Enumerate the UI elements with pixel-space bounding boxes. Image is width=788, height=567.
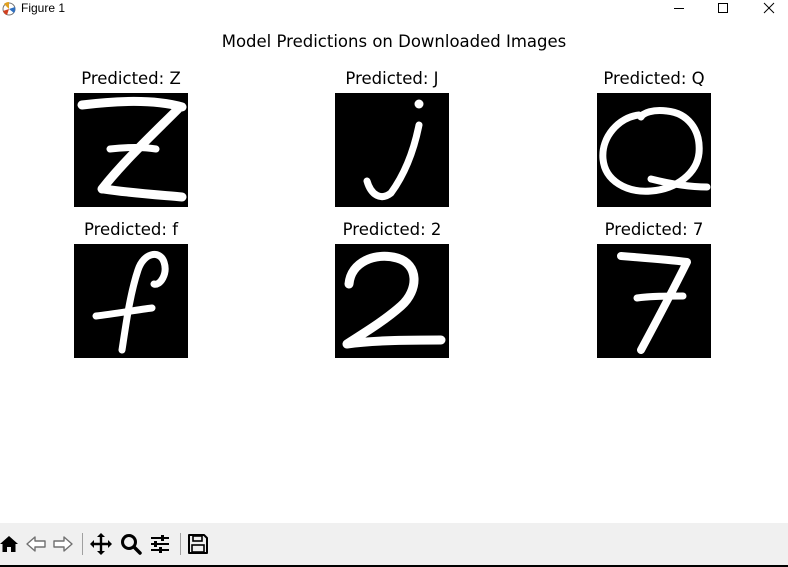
image-panel-q [597, 93, 711, 207]
back-button[interactable] [23, 531, 49, 557]
save-icon [188, 534, 208, 554]
minimize-icon [674, 8, 684, 9]
subplot-title-3: Predicted: Q [603, 69, 705, 88]
zoom-icon [121, 534, 142, 555]
close-button[interactable] [746, 0, 788, 16]
minimize-button[interactable] [656, 0, 702, 16]
subplot-title-2: Predicted: J [345, 69, 439, 88]
maximize-icon [718, 3, 728, 13]
image-panel-f [74, 244, 188, 358]
window-titlebar[interactable]: Figure 1 [0, 0, 788, 16]
figure-canvas[interactable]: Model Predictions on Downloaded Images P… [0, 16, 788, 523]
image-panel-z [74, 93, 188, 207]
subplot-title-4: Predicted: f [83, 220, 179, 239]
configure-subplots-button[interactable] [147, 531, 173, 557]
home-button[interactable] [0, 531, 22, 557]
home-icon [0, 536, 18, 552]
image-panel-2 [335, 244, 449, 358]
toolbar-separator [180, 533, 181, 555]
maximize-button[interactable] [700, 0, 746, 16]
image-panel-7 [597, 244, 711, 358]
window-title: Figure 1 [21, 1, 66, 15]
forward-button[interactable] [50, 531, 76, 557]
forward-icon [53, 536, 73, 552]
pan-button[interactable] [88, 531, 114, 557]
figure-suptitle: Model Predictions on Downloaded Images [221, 32, 567, 51]
subplot-title-1: Predicted: Z [81, 69, 181, 88]
subplot-title-5: Predicted: 2 [342, 220, 442, 239]
image-panel-j [335, 93, 449, 207]
configure-subplots-icon [151, 535, 169, 553]
toolbar-separator [82, 533, 83, 555]
save-button[interactable] [185, 531, 211, 557]
close-icon [763, 2, 775, 14]
zoom-button[interactable] [118, 531, 144, 557]
back-icon [26, 536, 46, 552]
navigation-toolbar [0, 523, 788, 565]
subplot-title-6: Predicted: 7 [604, 220, 704, 239]
matplotlib-icon [1, 1, 17, 16]
pan-icon [90, 533, 112, 555]
